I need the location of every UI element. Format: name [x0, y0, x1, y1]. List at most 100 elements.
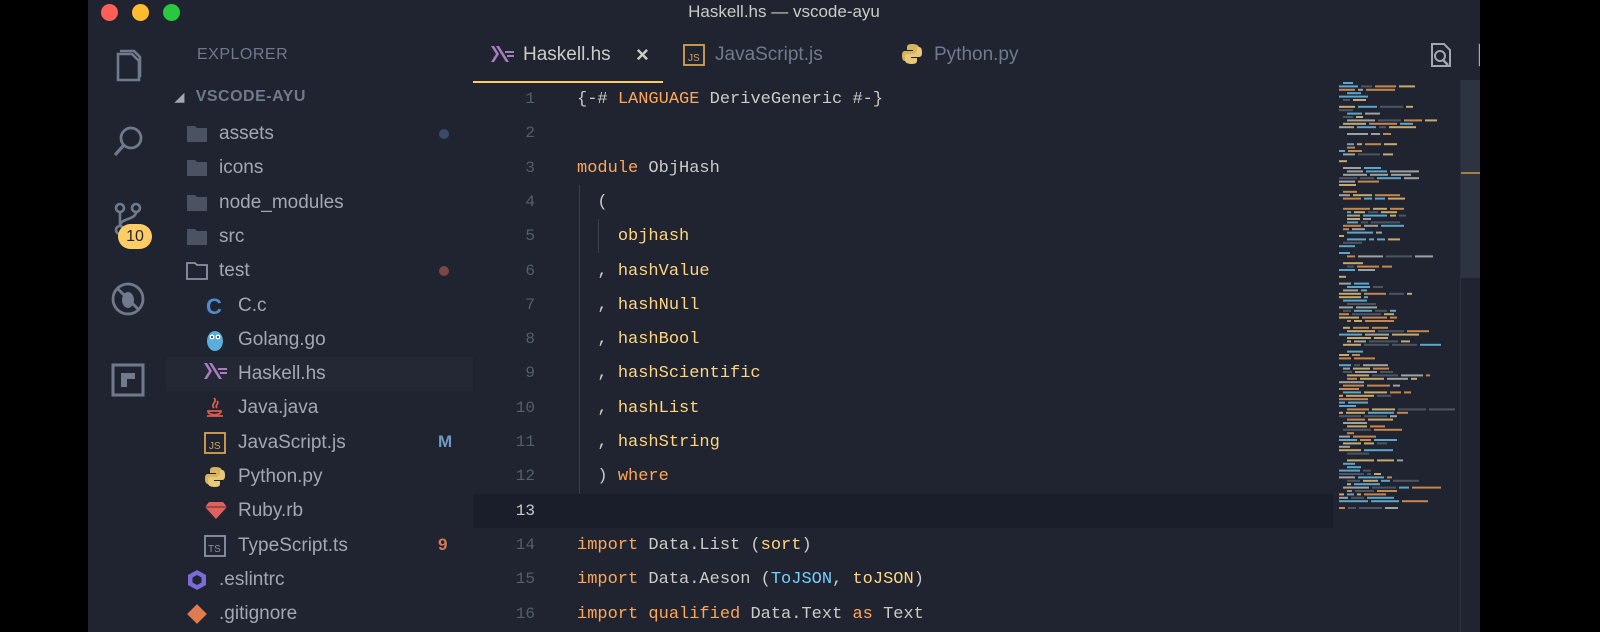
- indent-guide: [598, 219, 599, 254]
- svg-text:C: C: [206, 295, 222, 317]
- minimap-line: [1358, 105, 1377, 108]
- code-line[interactable]: 1 {-# LANGUAGE DeriveGeneric #-}: [473, 82, 1333, 116]
- minimap-line: [1339, 85, 1358, 88]
- code-line[interactable]: 10 , hashList: [473, 391, 1333, 425]
- minimap-line: [1343, 228, 1349, 231]
- tree-item[interactable]: Java.java: [166, 391, 473, 425]
- minimap[interactable]: [1335, 80, 1460, 632]
- tree-item[interactable]: assets: [166, 117, 473, 151]
- code-line[interactable]: 4 (: [473, 185, 1333, 219]
- code-line[interactable]: 5 objhash: [473, 219, 1333, 253]
- minimap-line: [1347, 418, 1365, 421]
- minimap-line: [1390, 170, 1419, 173]
- tree-item[interactable]: node_modules: [166, 186, 473, 220]
- minimap-line: [1386, 255, 1412, 258]
- minimap-line: [1363, 218, 1371, 220]
- minimap-line: [1354, 483, 1380, 486]
- code-token: ,: [577, 398, 618, 418]
- vertical-scrollbar[interactable]: [1460, 80, 1480, 632]
- minimap-line: [1375, 309, 1387, 312]
- code-line[interactable]: 16 import qualified Data.Text as Text: [473, 597, 1333, 631]
- line-number: 2: [525, 124, 535, 143]
- scrollbar-thumb[interactable]: [1461, 80, 1480, 278]
- close-tab-icon[interactable]: ×: [636, 42, 649, 68]
- minimap-line: [1343, 442, 1361, 445]
- tab-javascript[interactable]: JS JavaScript.js: [671, 24, 881, 80]
- code-text: , hashString: [577, 433, 719, 452]
- minimap-line: [1339, 405, 1356, 407]
- minimap-line: [1392, 333, 1419, 336]
- js-file-icon: JS: [204, 431, 226, 454]
- tree-item[interactable]: C C.c: [166, 289, 473, 323]
- minimap-line: [1400, 122, 1413, 125]
- tree-item[interactable]: JS JavaScript.js M: [166, 426, 473, 460]
- code-line[interactable]: 9 , hashScientific: [473, 356, 1333, 390]
- minimap-line: [1347, 337, 1371, 339]
- code-token: ,: [577, 295, 618, 315]
- code-line[interactable]: 11 , hashString: [473, 425, 1333, 459]
- code-token: ): [801, 535, 812, 555]
- minimap-line: [1384, 143, 1397, 146]
- minimap-line: [1402, 500, 1428, 503]
- tree-item[interactable]: Python.py: [166, 460, 473, 494]
- minimap-line: [1352, 228, 1365, 231]
- minimap-line: [1392, 343, 1417, 346]
- folder-icon: [186, 226, 208, 248]
- code-token: import: [577, 570, 639, 590]
- workspace-section-header[interactable]: ◢ VSCODE-AYU: [175, 88, 306, 106]
- tree-item[interactable]: Golang.go: [166, 323, 473, 357]
- minimap-line: [1393, 479, 1419, 482]
- minimap-line: [1347, 408, 1369, 411]
- minimap-line: [1343, 326, 1350, 329]
- collapse-triangle-icon: ◢: [175, 90, 185, 104]
- tree-item[interactable]: test: [166, 254, 473, 288]
- search-icon[interactable]: [108, 122, 148, 162]
- code-line[interactable]: 14 import Data.List (sort): [473, 528, 1333, 562]
- tab-haskell[interactable]: Haskell.hs ×: [473, 24, 663, 83]
- modified-dot: [439, 266, 449, 277]
- tree-item[interactable]: Ruby.rb: [166, 494, 473, 528]
- minimap-line: [1390, 214, 1396, 217]
- minimap-line: [1339, 469, 1360, 472]
- title-bar: Haskell.hs — vscode-ayu: [88, 0, 1480, 24]
- code-line[interactable]: 13: [473, 493, 1333, 528]
- split-editor-icon[interactable]: [1478, 42, 1480, 68]
- minimap-line: [1343, 167, 1361, 169]
- tree-item-label: Haskell.hs: [238, 363, 326, 385]
- tree-item[interactable]: .eslintrc: [166, 563, 473, 597]
- minimap-line: [1339, 95, 1368, 98]
- extensions-icon[interactable]: [108, 360, 148, 400]
- line-number: 11: [515, 433, 535, 451]
- code-line[interactable]: 6 , hashValue: [473, 254, 1333, 288]
- minimap-line: [1374, 439, 1397, 441]
- minimap-line: [1375, 197, 1385, 200]
- tree-item[interactable]: src: [166, 220, 473, 254]
- debug-icon[interactable]: [108, 279, 148, 319]
- code-line[interactable]: 15 import Data.Aeson (ToJSON, toJSON): [473, 562, 1333, 596]
- editor-area: Haskell.hs × JS JavaScript.js Python.py: [473, 24, 1480, 632]
- code-line[interactable]: 3 module ObjHash: [473, 151, 1333, 185]
- minimap-line: [1343, 289, 1358, 292]
- code-line[interactable]: 8 , hashBool: [473, 322, 1333, 356]
- tree-item[interactable]: TS TypeScript.ts 9: [166, 529, 473, 563]
- tree-item[interactable]: Haskell.hs: [166, 357, 473, 392]
- code-line[interactable]: 12 ) where: [473, 459, 1333, 493]
- code-text: , hashValue: [577, 262, 709, 281]
- minimap-line: [1372, 486, 1396, 489]
- code-token: ,: [577, 364, 618, 384]
- minimap-line: [1375, 194, 1400, 197]
- tree-item[interactable]: icons: [166, 151, 473, 185]
- line-number: 4: [525, 192, 535, 211]
- open-changes-icon[interactable]: [1428, 42, 1454, 68]
- minimap-line: [1339, 282, 1351, 285]
- minimap-line: [1363, 364, 1388, 367]
- minimap-line: [1370, 425, 1385, 428]
- tab-python[interactable]: Python.py: [893, 24, 1073, 80]
- code-line[interactable]: 2: [473, 116, 1333, 150]
- explorer-icon[interactable]: [108, 46, 148, 86]
- minimap-line: [1339, 245, 1355, 248]
- tree-item[interactable]: .gitignore: [166, 597, 473, 631]
- minimap-line: [1343, 190, 1357, 193]
- code-line[interactable]: 7 , hashNull: [473, 288, 1333, 322]
- minimap-line: [1364, 292, 1386, 295]
